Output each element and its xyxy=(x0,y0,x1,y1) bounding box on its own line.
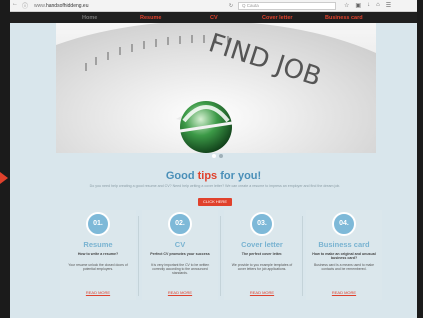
card-subtitle: The perfect cover letter. xyxy=(241,252,283,256)
card-body: It is very important the CV to be writte… xyxy=(150,263,210,276)
headline-tips: tips xyxy=(197,170,218,182)
screenshot-frame: ← ⓘ www.handsofhiddeng.eu ↻ Q Cauta ☆ ▣ … xyxy=(0,0,423,318)
card-divider xyxy=(302,216,303,296)
nav-item-business-card[interactable]: Business card xyxy=(325,15,363,21)
reload-icon[interactable]: ↻ xyxy=(224,3,238,9)
tips-cards: 01. Resume How to write a resume? Your r… xyxy=(56,210,382,300)
left-panel xyxy=(0,0,10,318)
site-navbar: Home Resume CV Cover letter Business car… xyxy=(10,12,417,23)
card-cv: 02. CV Perfect CV promotes your success … xyxy=(142,210,218,300)
card-body: We provide to you example templates of c… xyxy=(231,263,293,272)
pointer-arrow-icon xyxy=(0,172,8,184)
card-number-badge: 01. xyxy=(86,212,110,236)
card-title: Business card xyxy=(318,240,370,249)
headline-good: Good xyxy=(165,170,198,182)
card-number-badge: 04. xyxy=(332,212,356,236)
card-number-badge: 02. xyxy=(168,212,192,236)
toolbar-icons: ☆ ▣ ↓ ⌂ ☰ xyxy=(344,2,391,9)
back-icon[interactable]: ← xyxy=(12,1,18,10)
menu-icon[interactable]: ☰ xyxy=(386,2,391,9)
right-panel xyxy=(417,0,423,318)
nav-item-resume[interactable]: Resume xyxy=(140,15,161,21)
headline-for-you: for you! xyxy=(217,170,262,182)
url-domain: handsofhiddeng.eu xyxy=(45,2,89,9)
page-headline: Good tips for you! xyxy=(10,170,417,182)
card-subtitle: How to write a resume? xyxy=(77,252,119,256)
nav-item-cover-letter[interactable]: Cover letter xyxy=(262,15,293,21)
read-more-link[interactable]: READ MORE xyxy=(306,290,382,295)
card-title: Resume xyxy=(83,240,113,249)
card-body: Business card is a means used to make co… xyxy=(314,263,374,272)
card-subtitle: Perfect CV promotes your success xyxy=(150,252,210,256)
card-divider xyxy=(138,216,139,296)
card-business-card: 04. Business card How to make an origina… xyxy=(306,210,382,300)
card-cover-letter: 03. Cover letter The perfect cover lette… xyxy=(224,210,300,300)
browser-window: ← ⓘ www.handsofhiddeng.eu ↻ Q Cauta ☆ ▣ … xyxy=(10,0,417,318)
card-number-badge: 03. xyxy=(250,212,274,236)
card-resume: 01. Resume How to write a resume? Your r… xyxy=(60,210,136,300)
card-body: Your resume unlock the closed doors of p… xyxy=(68,263,128,272)
read-more-link[interactable]: READ MORE xyxy=(60,290,136,295)
hero-image: FIND JOB xyxy=(56,23,376,153)
card-subtitle: How to make an original and unusual busi… xyxy=(312,252,376,260)
slider-dot[interactable] xyxy=(212,154,216,158)
bookmark-icon[interactable]: ▣ xyxy=(355,2,361,9)
card-title: CV xyxy=(174,240,186,249)
compass-illustration: FIND JOB xyxy=(56,23,376,153)
slider-dot[interactable] xyxy=(219,154,223,158)
address-bar[interactable]: www.handsofhiddeng.eu xyxy=(34,3,224,9)
star-icon[interactable]: ☆ xyxy=(344,2,349,9)
click-here-button[interactable]: CLICK HERE xyxy=(198,198,232,206)
card-divider xyxy=(220,216,221,296)
nav-item-home[interactable]: Home xyxy=(82,15,97,21)
read-more-link[interactable]: READ MORE xyxy=(224,290,300,295)
browser-nav: ← ⓘ xyxy=(10,1,30,10)
card-title: Cover letter xyxy=(241,240,283,249)
slider-dots xyxy=(212,154,223,158)
download-icon[interactable]: ↓ xyxy=(367,2,370,9)
browser-toolbar: ← ⓘ www.handsofhiddeng.eu ↻ Q Cauta ☆ ▣ … xyxy=(10,0,417,12)
nav-item-cv[interactable]: CV xyxy=(210,15,218,21)
headline-subtitle: Do you need help creating a good resume … xyxy=(89,184,341,188)
home-icon[interactable]: ⌂ xyxy=(376,2,380,9)
info-icon[interactable]: ⓘ xyxy=(22,1,28,10)
search-input[interactable]: Q Cauta xyxy=(238,1,336,10)
url-prefix: www. xyxy=(34,2,46,9)
read-more-link[interactable]: READ MORE xyxy=(142,290,218,295)
